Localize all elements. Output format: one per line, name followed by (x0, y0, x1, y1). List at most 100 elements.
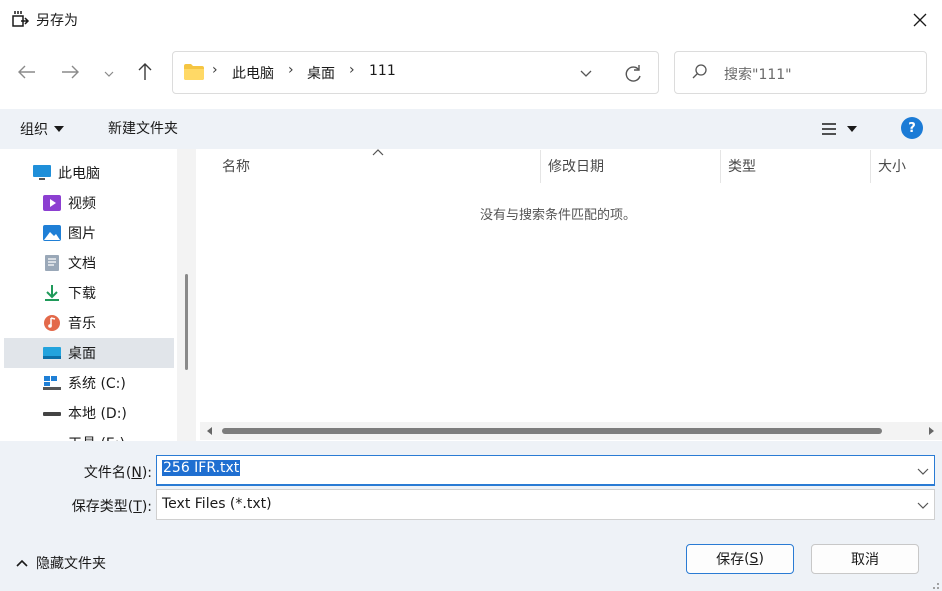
chevron-up-icon (16, 559, 28, 567)
chevron-down-icon (917, 468, 929, 475)
drive-icon (43, 412, 61, 416)
breadcrumb-separator: › (349, 62, 355, 78)
nav-item-videos[interactable]: 视频 (42, 188, 196, 218)
filename-input[interactable] (156, 455, 935, 486)
nav-item-drive-c[interactable]: 系统 (C:) (42, 368, 196, 398)
column-divider[interactable] (540, 150, 541, 183)
horizontal-scroll-thumb[interactable] (222, 428, 882, 434)
nav-item-label: 工具 (E:) (68, 433, 125, 441)
music-icon (44, 315, 60, 331)
cancel-button[interactable]: 取消 (811, 544, 919, 574)
filename-value[interactable]: 256 IFR.txt (162, 460, 241, 476)
arrow-up-icon (138, 63, 152, 80)
sort-ascending-icon (372, 145, 384, 156)
caret-right-icon (929, 427, 934, 435)
close-icon (913, 13, 927, 27)
nav-item-label: 系统 (C:) (68, 376, 126, 392)
back-button[interactable] (13, 58, 41, 86)
drive-icon (43, 376, 61, 390)
nav-item-label: 下载 (68, 286, 96, 302)
column-divider[interactable] (870, 150, 871, 183)
arrow-right-icon (62, 65, 79, 79)
new-folder-button[interactable]: 新建文件夹 (108, 118, 178, 138)
column-header-name[interactable]: 名称 (222, 156, 250, 176)
title-bar (0, 0, 942, 40)
save-button[interactable]: 保存(S) (686, 544, 794, 574)
navigation-scroll-thumb[interactable] (185, 274, 188, 370)
drive-icon (42, 434, 62, 441)
nav-item-label: 图片 (68, 226, 96, 242)
nav-item-label: 视频 (68, 196, 96, 212)
documents-icon (45, 255, 59, 271)
nav-item-this-pc[interactable]: 此电脑 (32, 158, 196, 188)
download-icon (45, 285, 59, 301)
save-as-icon (10, 9, 30, 29)
breadcrumb-item[interactable]: 此电脑 (232, 63, 274, 83)
search-box[interactable] (674, 51, 927, 94)
filetype-label-text: 保存类型 (71, 499, 128, 515)
column-header-modified[interactable]: 修改日期 (548, 156, 604, 176)
column-header-type[interactable]: 类型 (728, 156, 756, 176)
scroll-left-button[interactable] (203, 424, 217, 438)
file-list[interactable] (200, 149, 942, 441)
nav-item-downloads[interactable]: 下载 (42, 278, 196, 308)
window-title: 另存为 (36, 13, 78, 29)
filename-dropdown-button[interactable] (915, 463, 931, 479)
video-icon (43, 195, 61, 211)
search-icon (690, 62, 710, 82)
nav-item-label: 此电脑 (58, 166, 100, 182)
filename-hotkey: N (131, 465, 142, 481)
breadcrumb-item[interactable]: 111 (369, 63, 396, 79)
address-dropdown-button[interactable] (576, 63, 596, 83)
hide-folders-button[interactable]: 隐藏文件夹 (16, 553, 106, 573)
refresh-icon (625, 65, 641, 82)
nav-item-label: 本地 (D:) (68, 406, 127, 422)
navigation-pane: 此电脑 视频 图片 文档 下载 音乐 桌面 系统 (C:) 本地 (D:) 工具… (0, 149, 196, 441)
chevron-down-icon (104, 71, 114, 77)
organize-button[interactable]: 组织 (20, 118, 64, 140)
folder-icon (183, 63, 205, 81)
desktop-icon (43, 347, 61, 359)
chevron-down-icon (580, 70, 592, 77)
refresh-button[interactable] (620, 61, 646, 87)
nav-item-drive-d[interactable]: 本地 (D:) (42, 398, 196, 428)
forward-button[interactable] (56, 58, 84, 86)
scroll-right-button[interactable] (924, 424, 938, 438)
resize-grip-icon[interactable] (928, 578, 940, 590)
nav-item-label: 文档 (68, 256, 96, 272)
filename-label-text: 文件名 (83, 465, 126, 481)
caret-down-icon (54, 126, 64, 132)
breadcrumb-item[interactable]: 桌面 (307, 63, 335, 83)
filename-label: 文件名(N): (83, 465, 152, 481)
recent-locations-button[interactable] (98, 60, 120, 88)
pictures-icon (43, 225, 61, 241)
hide-folders-label: 隐藏文件夹 (36, 556, 106, 572)
nav-item-desktop[interactable]: 桌面 (4, 338, 174, 368)
breadcrumb-separator: › (212, 62, 218, 78)
arrow-left-icon (18, 65, 35, 79)
save-label: 保存 (716, 552, 745, 568)
column-header-size[interactable]: 大小 (878, 156, 906, 176)
nav-item-music[interactable]: 音乐 (42, 308, 196, 338)
empty-message: 没有与搜索条件匹配的项。 (480, 208, 637, 223)
breadcrumb-separator: › (288, 62, 294, 78)
nav-item-pictures[interactable]: 图片 (42, 218, 196, 248)
filetype-select[interactable] (156, 489, 935, 520)
list-view-icon (822, 123, 836, 135)
caret-down-icon (847, 126, 857, 132)
search-input[interactable]: 搜索"111" (724, 64, 792, 84)
organize-label: 组织 (20, 122, 48, 138)
filetype-dropdown-button[interactable] (915, 497, 931, 513)
chevron-down-icon (917, 502, 929, 509)
nav-item-documents[interactable]: 文档 (42, 248, 196, 278)
close-button[interactable] (898, 0, 942, 40)
nav-item-label: 音乐 (68, 316, 96, 332)
help-icon: ? (908, 120, 916, 136)
view-options-button[interactable] (821, 116, 871, 142)
nav-item-drive-e[interactable]: 工具 (E:) (42, 428, 196, 441)
filetype-value[interactable]: Text Files (*.txt) (162, 496, 272, 512)
up-button[interactable] (131, 58, 159, 86)
help-button[interactable]: ? (901, 117, 923, 139)
column-divider[interactable] (720, 150, 721, 183)
computer-icon (33, 165, 51, 180)
